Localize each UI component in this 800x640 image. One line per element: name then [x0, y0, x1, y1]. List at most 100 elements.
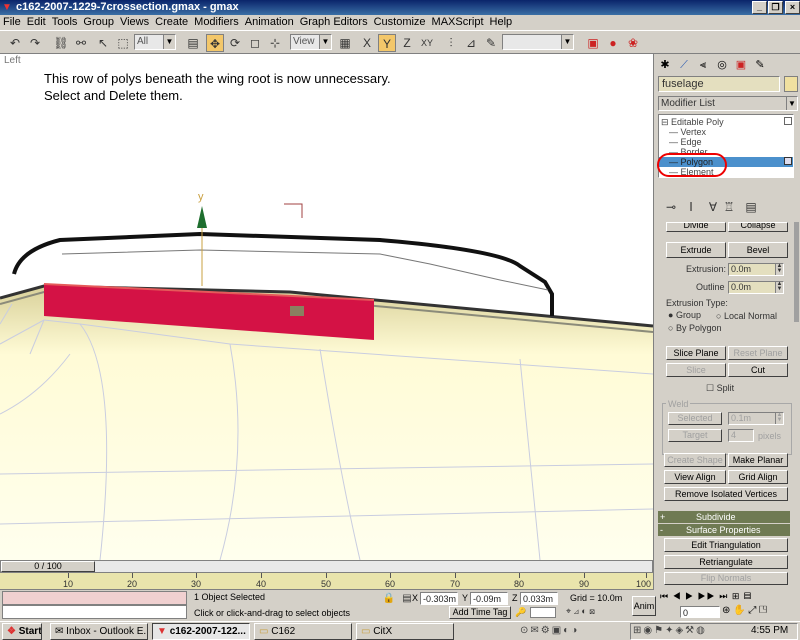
slice-plane-button[interactable]: Slice Plane	[666, 346, 726, 360]
xy-plane-icon[interactable]: XY	[418, 34, 436, 52]
grid-align-button[interactable]: Grid Align	[728, 470, 788, 484]
stack-item-editable-poly[interactable]: ⊟ Editable Poly	[661, 117, 724, 127]
make-planar-button[interactable]: Make Planar	[728, 453, 788, 467]
stack-item-vertex[interactable]: — Vertex	[669, 127, 706, 137]
viewport-nav-controls[interactable]: ⊛ ✋ ⤢ ◳	[722, 605, 800, 619]
z-axis-icon[interactable]: Z	[398, 34, 416, 52]
y-coordinate-field[interactable]: -0.09m	[470, 592, 508, 605]
track-bar[interactable]: 10 20 30 40 50 60 70 80 90 100	[0, 573, 653, 590]
snap-toggles[interactable]: ⌖ ⊿ ◐ ⊠	[566, 606, 634, 619]
move-icon[interactable]: ✥	[206, 34, 224, 52]
spinner-arrows-icon[interactable]: ▲ ▼	[775, 263, 783, 275]
unlink-icon[interactable]: ⚯	[72, 34, 90, 52]
time-slider[interactable]: 0 / 100	[0, 560, 653, 573]
selection-filter-dropdown[interactable]: All ▼	[134, 34, 176, 50]
object-name-field[interactable]: fuselage	[658, 76, 780, 92]
modifier-list-dropdown[interactable]: Modifier List ▼	[658, 96, 798, 111]
start-button[interactable]: ❖ Start	[2, 623, 42, 640]
menu-file[interactable]: File	[0, 15, 24, 30]
subdivide-rollout-header[interactable]: + Subdivide	[658, 511, 790, 523]
current-frame-field[interactable]: 0	[680, 606, 720, 618]
create-shape-button[interactable]: Create Shape	[664, 453, 726, 467]
remove-isolated-vertices-button[interactable]: Remove Isolated Vertices	[664, 487, 788, 501]
group-radio[interactable]: ● Group	[668, 310, 701, 320]
menu-help[interactable]: Help	[487, 15, 516, 30]
playback-controls[interactable]: ⏮ ◀ ▶ ▶▶ ⏭ ⊞ ▤	[660, 591, 798, 605]
quick-launch-icons[interactable]: ⊙✉⚙▣◐◑	[520, 625, 626, 638]
weld-pixels-spinner[interactable]: 4	[728, 429, 754, 442]
lock-selection-icon[interactable]: 🔒	[380, 590, 398, 608]
stack-item-edge[interactable]: — Edge	[669, 137, 702, 147]
configure-sets-icon[interactable]: ▤	[742, 198, 760, 216]
render-icon[interactable]: ●	[604, 34, 622, 52]
viewport-label[interactable]: Left	[4, 55, 21, 66]
undo-icon[interactable]: ↶	[6, 34, 24, 52]
extrusion-spinner[interactable]: 0.0m ▲ ▼	[728, 263, 784, 276]
select-manipulate-icon[interactable]: ⊹	[266, 34, 284, 52]
named-selection-dropdown[interactable]: ▼	[502, 34, 574, 50]
tray-icons[interactable]: ⊞◉⚑✦◈⚒◍	[633, 625, 707, 636]
flip-normals-button[interactable]: Flip Normals	[664, 572, 788, 585]
by-polygon-radio[interactable]: ○ By Polygon	[668, 323, 721, 333]
rotate-icon[interactable]: ⟳	[226, 34, 244, 52]
display-tab-icon[interactable]: ▣	[733, 57, 749, 73]
restore-icon[interactable]: ❐	[768, 1, 783, 14]
menu-graph-editors[interactable]: Graph Editors	[297, 15, 371, 30]
view-align-button[interactable]: View Align	[664, 470, 726, 484]
reference-coord-dropdown[interactable]: View ▼	[290, 34, 332, 50]
menu-tools[interactable]: Tools	[49, 15, 81, 30]
menu-customize[interactable]: Customize	[371, 15, 429, 30]
bevel-button[interactable]: Bevel	[728, 242, 788, 258]
x-coordinate-field[interactable]: -0.303m	[420, 592, 458, 605]
close-icon[interactable]: ×	[785, 1, 800, 14]
link-icon[interactable]: ⛓	[52, 34, 70, 52]
maxscript-listener-mini[interactable]	[2, 591, 187, 605]
weld-threshold-spinner[interactable]: 0.1m ▲ ▼	[728, 412, 784, 425]
motion-tab-icon[interactable]: ◎	[714, 57, 730, 73]
slice-button[interactable]: Slice	[666, 363, 726, 377]
retriangulate-button[interactable]: Retriangulate	[664, 555, 788, 569]
modify-tab-icon[interactable]: ⟋	[676, 57, 692, 73]
reset-plane-button[interactable]: Reset Plane	[728, 346, 788, 360]
stack-checkbox[interactable]	[784, 157, 792, 165]
outline-spinner[interactable]: 0.0m ▲ ▼	[728, 281, 784, 294]
cut-button[interactable]: Cut	[728, 363, 788, 377]
divide-button[interactable]: Divide	[666, 222, 726, 232]
redo-icon[interactable]: ↷	[26, 34, 44, 52]
minimize-icon[interactable]: _	[752, 1, 767, 14]
extrude-button[interactable]: Extrude	[666, 242, 726, 258]
menu-modifiers[interactable]: Modifiers	[191, 15, 242, 30]
animate-button[interactable]: Anim	[632, 596, 656, 616]
panel-scrollbar[interactable]	[794, 222, 799, 322]
task-c162-folder[interactable]: ▭ C162	[254, 623, 352, 640]
menu-views[interactable]: Views	[117, 15, 152, 30]
task-citx-folder[interactable]: ▭ CitX	[356, 623, 454, 640]
scale-icon[interactable]: ◻	[246, 34, 264, 52]
task-outlook[interactable]: ✉ Inbox - Outlook E...	[50, 623, 148, 640]
add-time-tag-button[interactable]: Add Time Tag	[449, 606, 511, 619]
menu-animation[interactable]: Animation	[242, 15, 297, 30]
select-by-name-icon[interactable]: ▤	[184, 34, 202, 52]
x-axis-icon[interactable]: X	[358, 34, 376, 52]
snap-icon[interactable]: ✎	[482, 34, 500, 52]
maxscript-output-mini[interactable]	[2, 605, 187, 619]
menu-maxscript[interactable]: MAXScript	[429, 15, 487, 30]
collapse-button[interactable]: Collapse	[728, 222, 788, 232]
task-gmax[interactable]: ▼ c162-2007-122...	[152, 623, 250, 640]
time-tag-key-icon[interactable]: 🔑	[512, 603, 530, 621]
spinner-arrows-icon[interactable]: ▲ ▼	[775, 281, 783, 293]
spinner-arrows-icon[interactable]: ▲ ▼	[775, 412, 783, 424]
material-editor-icon[interactable]: ▣	[584, 34, 602, 52]
rect-selection-icon[interactable]: ⬚	[114, 34, 132, 52]
mirror-icon[interactable]: ⫶	[442, 34, 460, 52]
left-viewport[interactable]: Left y This row of polys beneath the win…	[0, 54, 653, 560]
split-checkbox[interactable]: ☐ Split	[706, 383, 734, 394]
quick-render-icon[interactable]: ❀	[624, 34, 642, 52]
weld-target-button[interactable]: Target	[668, 429, 722, 442]
menu-group[interactable]: Group	[80, 15, 117, 30]
pivot-center-icon[interactable]: ▦	[336, 34, 354, 52]
utilities-tab-icon[interactable]: ✎	[752, 57, 768, 73]
hierarchy-tab-icon[interactable]: ⫷	[695, 57, 711, 73]
menu-create[interactable]: Create	[152, 15, 191, 30]
create-tab-icon[interactable]: ✱	[657, 57, 673, 73]
